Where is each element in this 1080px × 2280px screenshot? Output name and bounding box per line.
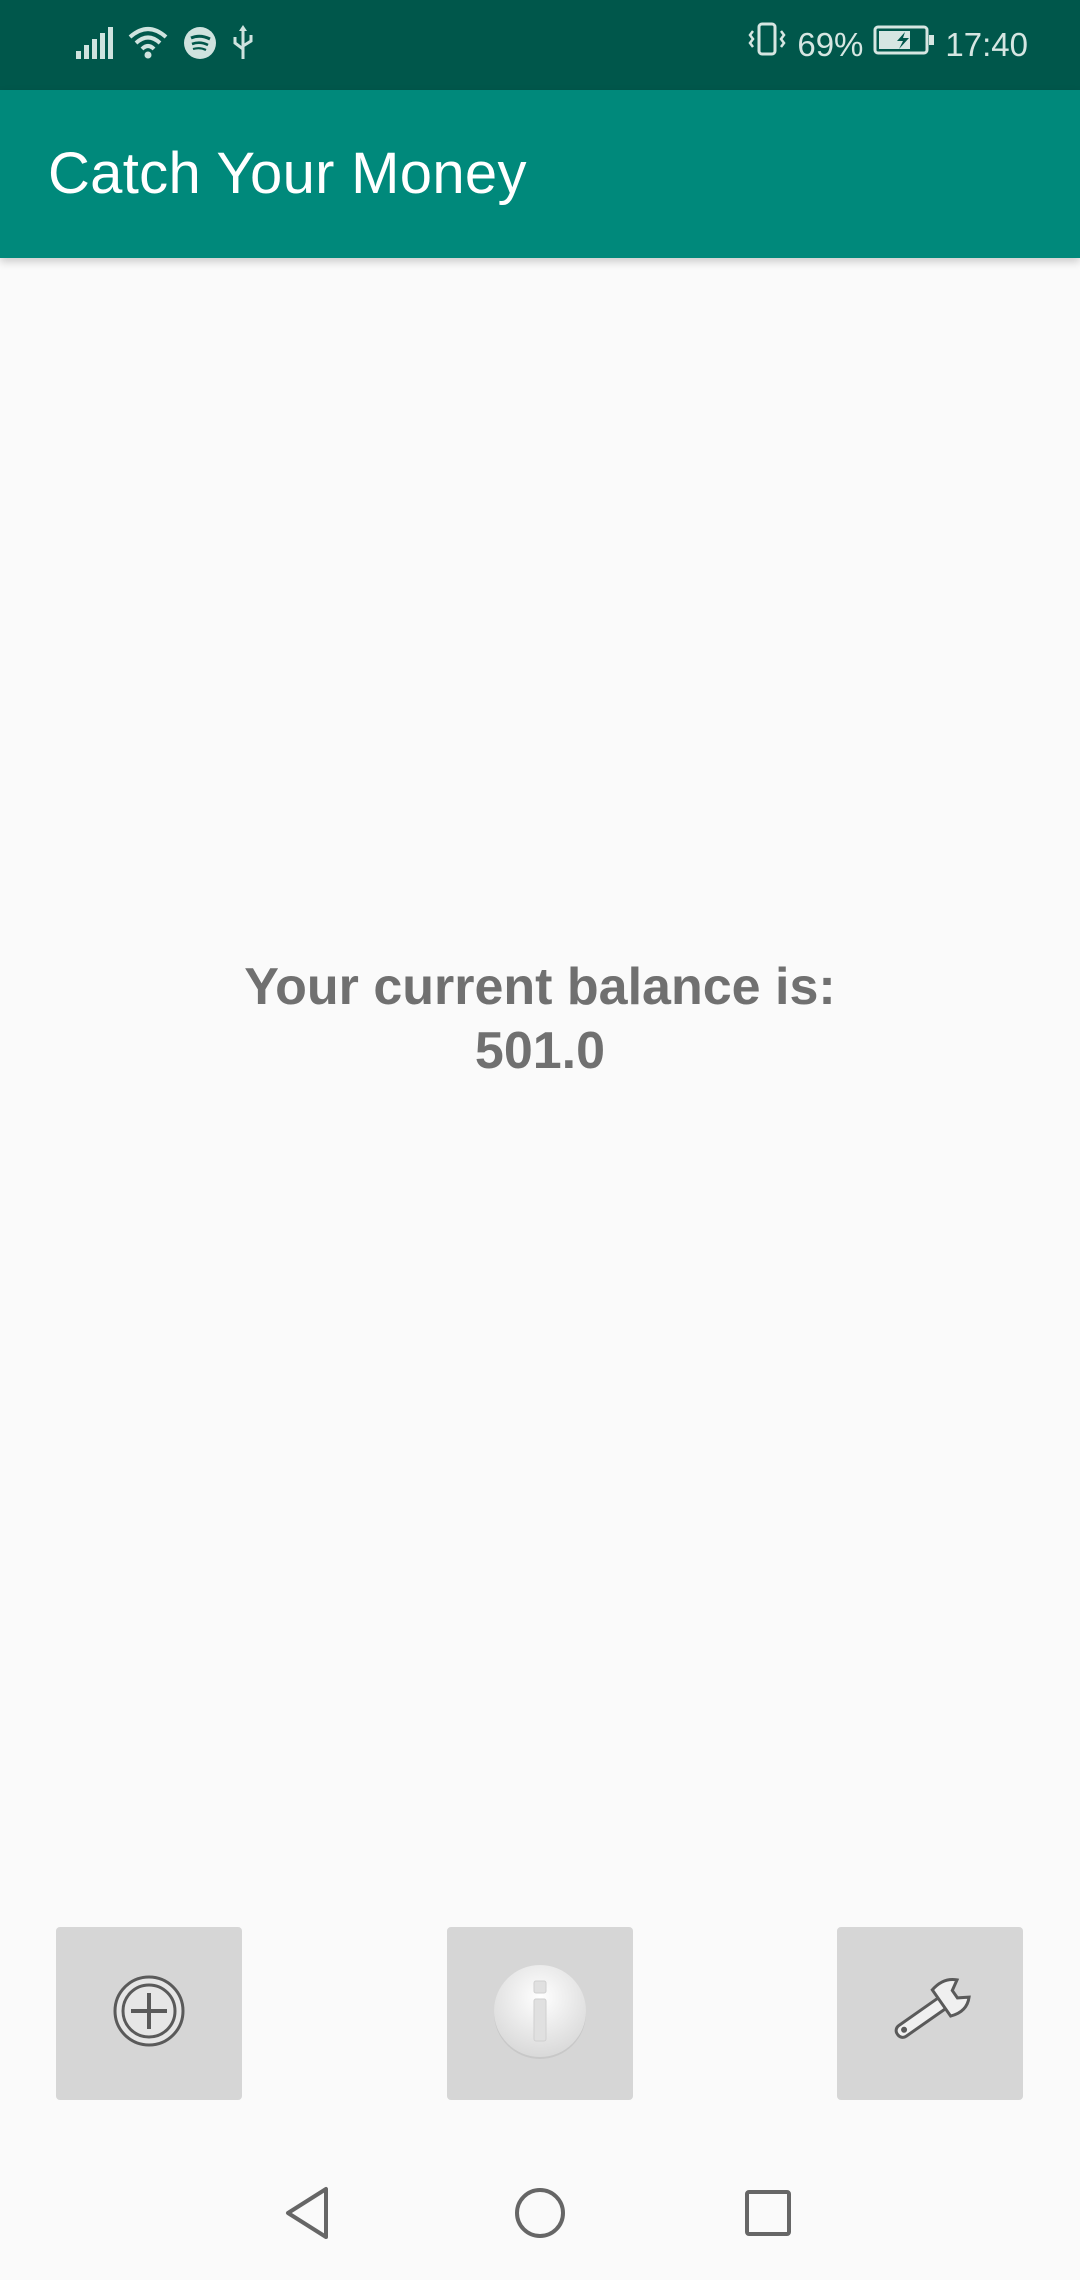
balance-value: 501.0 [474,1022,606,1080]
app-title: Catch Your Money [48,141,527,206]
status-left-icons [74,22,256,68]
vibrate-icon [747,21,787,69]
battery-charging-icon [873,22,935,68]
navigation-bar [0,2145,1080,2280]
back-button[interactable] [278,2185,338,2245]
spotify-icon [182,25,218,66]
screen: 69% 17:40 Catch Your Money Your current … [0,0,1080,2280]
balance-label: Your current balance is: [244,958,836,1016]
settings-button[interactable] [837,1927,1023,2100]
wrench-icon [880,1961,980,2066]
add-button[interactable] [56,1927,242,2100]
add-circle-icon [111,1973,187,2054]
signal-icon [74,25,114,66]
usb-icon [230,24,256,66]
clock: 17:40 [945,26,1028,63]
battery-percent: 69% [797,26,864,63]
recents-button[interactable] [738,2185,798,2245]
status-right-area: 69% 17:40 [747,22,1028,68]
balance-display: Your current balance is: 501.0 [0,955,1080,1083]
recents-icon [742,2187,794,2244]
info-icon [490,1961,590,2066]
status-bar: 69% 17:40 [0,0,1080,90]
info-button[interactable] [447,1927,633,2100]
app-bar: Catch Your Money [0,90,1080,258]
back-icon [282,2185,334,2246]
home-icon [512,2185,568,2246]
wifi-icon [126,25,170,66]
home-button[interactable] [510,2185,570,2245]
